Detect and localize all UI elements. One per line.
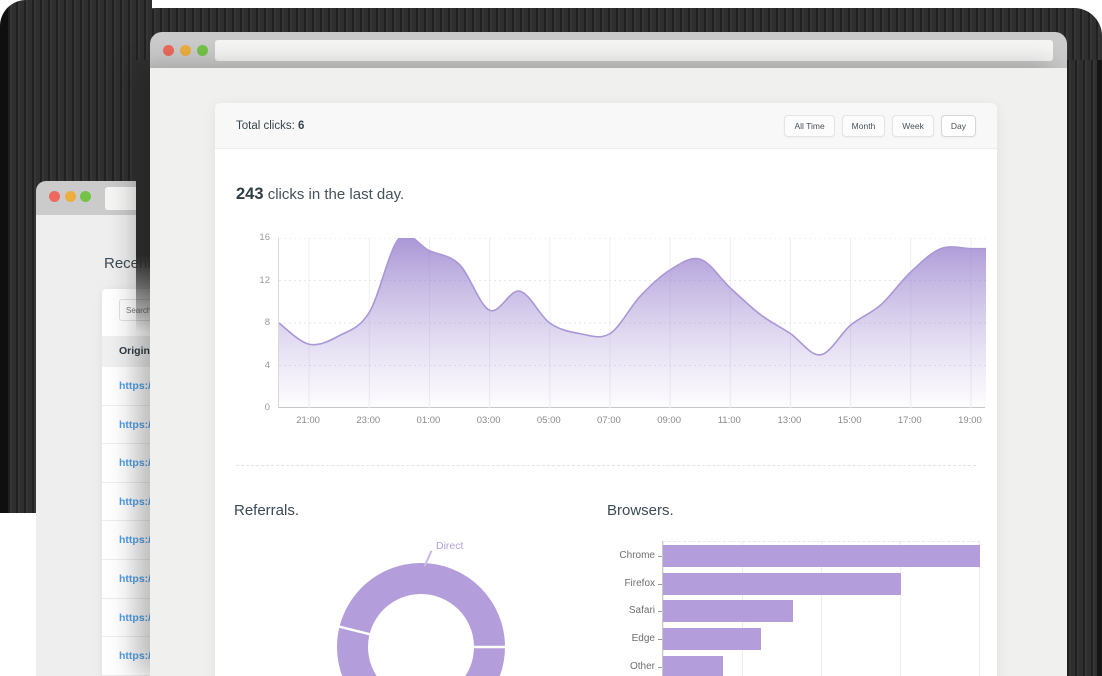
table-header: Origin: [102, 336, 150, 367]
x-axis-tick-label: 19:00: [948, 415, 992, 426]
donut-segment-label: Direct: [436, 540, 463, 552]
x-axis-tick-label: 01:00: [406, 415, 450, 426]
filter-button-day[interactable]: Day: [941, 115, 976, 137]
table-row: https://: [102, 599, 150, 638]
y-axis-tick-label: 16: [230, 231, 270, 244]
y-axis-tick-label: 4: [230, 359, 270, 372]
origin-link[interactable]: https://: [119, 637, 150, 675]
section-divider: [236, 465, 976, 466]
origin-column-header: Origin: [119, 336, 150, 367]
card-header: Total clicks: 6 All Time Month Week Day: [215, 103, 997, 149]
x-axis-tick-label: 07:00: [587, 415, 631, 426]
origin-link[interactable]: https://: [119, 560, 150, 598]
filter-button-month[interactable]: Month: [842, 115, 886, 137]
clicks-count: 243: [236, 185, 264, 203]
total-clicks: Total clicks: 6: [236, 120, 304, 132]
bar-edge[interactable]: [663, 628, 761, 650]
front-window-toolbar: [150, 32, 1067, 68]
bar-label-other: Other: [575, 656, 655, 676]
origin-link[interactable]: https://: [119, 367, 150, 405]
referrals-donut-chart: [335, 561, 507, 676]
y-axis-tick-label: 12: [230, 274, 270, 287]
close-button[interactable]: [163, 45, 174, 56]
front-window-frame-left: [136, 60, 150, 332]
x-axis-tick-label: 17:00: [888, 415, 932, 426]
minimize-button[interactable]: [65, 191, 76, 202]
bar-label-edge: Edge: [575, 628, 655, 650]
table-row: https://: [102, 637, 150, 676]
time-filter-group: All Time Month Week Day: [784, 115, 976, 137]
background-window-toolbar: [36, 181, 150, 215]
referrals-title: Referrals.: [234, 502, 299, 519]
x-axis-tick-label: 03:00: [467, 415, 511, 426]
table-row: https://: [102, 406, 150, 445]
bar-chrome[interactable]: [663, 545, 980, 567]
table-row: https://: [102, 521, 150, 560]
bar-safari[interactable]: [663, 600, 793, 622]
area-chart: [278, 238, 985, 408]
x-axis-tick-label: 11:00: [707, 415, 751, 426]
origin-link[interactable]: https://: [119, 483, 150, 521]
mockup-stage: Recent Origin https://https://https://ht…: [0, 0, 1102, 676]
bar-label-chrome: Chrome: [575, 545, 655, 567]
url-bar[interactable]: [215, 40, 1053, 61]
bar-tick: [658, 556, 662, 557]
origin-link[interactable]: https://: [119, 521, 150, 559]
area-chart-fill: [279, 238, 986, 408]
bar-tick: [658, 611, 662, 612]
bar-tick: [658, 584, 662, 585]
minimize-button[interactable]: [180, 45, 191, 56]
donut-ring[interactable]: [353, 579, 490, 676]
front-window-frame-right: [1067, 60, 1102, 676]
bar-firefox[interactable]: [663, 573, 901, 595]
table-row: https://: [102, 444, 150, 483]
clicks-headline-text: clicks in the last day.: [264, 186, 405, 203]
x-axis-tick-label: 23:00: [346, 415, 390, 426]
filter-button-all-time[interactable]: All Time: [784, 115, 834, 137]
bar-tick: [658, 639, 662, 640]
close-button[interactable]: [49, 191, 60, 202]
maximize-button[interactable]: [197, 45, 208, 56]
bar-label-safari: Safari: [575, 600, 655, 622]
area-chart-svg: [279, 238, 986, 408]
bar-label-firefox: Firefox: [575, 573, 655, 595]
x-axis-tick-label: 15:00: [828, 415, 872, 426]
total-clicks-label: Total clicks:: [236, 120, 295, 132]
recent-links-card: Origin https://https://https://https://h…: [102, 289, 150, 676]
x-axis-tick-label: 21:00: [286, 415, 330, 426]
clicks-headline: 243 clicks in the last day.: [236, 185, 404, 204]
origin-link[interactable]: https://: [119, 599, 150, 637]
bar-other[interactable]: [663, 656, 723, 676]
x-axis-tick-label: 05:00: [527, 415, 571, 426]
origin-link[interactable]: https://: [119, 406, 150, 444]
table-row: https://: [102, 483, 150, 522]
maximize-button[interactable]: [80, 191, 91, 202]
browsers-title: Browsers.: [607, 502, 674, 519]
total-clicks-value: 6: [298, 120, 304, 132]
background-window-content: Recent Origin https://https://https://ht…: [36, 215, 150, 676]
front-window-content: Total clicks: 6 All Time Month Week Day 243…: [150, 68, 1067, 676]
bar-tick: [658, 667, 662, 668]
y-axis-tick-label: 0: [230, 401, 270, 414]
y-axis-tick-label: 8: [230, 316, 270, 329]
table-row: https://: [102, 560, 150, 599]
x-axis-tick-label: 13:00: [767, 415, 811, 426]
filter-button-week[interactable]: Week: [892, 115, 934, 137]
table-row: https://: [102, 367, 150, 406]
x-axis-tick-label: 09:00: [647, 415, 691, 426]
analytics-card: Total clicks: 6 All Time Month Week Day 243…: [215, 103, 997, 676]
origin-link[interactable]: https://: [119, 444, 150, 482]
